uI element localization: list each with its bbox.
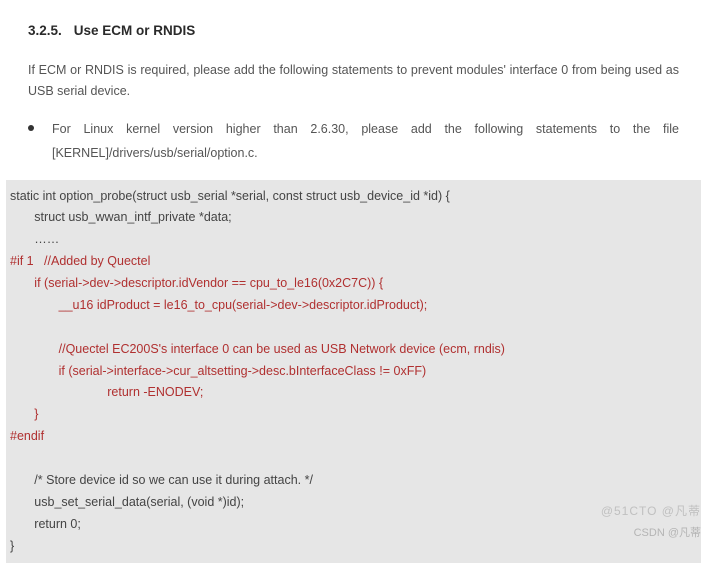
section-title: Use ECM or RNDIS: [74, 23, 196, 38]
code-line: usb_set_serial_data(serial, (void *)id);: [10, 495, 244, 509]
code-line: if (serial->dev->descriptor.idVendor == …: [10, 276, 383, 290]
code-line: #endif: [10, 429, 44, 443]
section-heading: 3.2.5. Use ECM or RNDIS: [28, 20, 679, 42]
code-line: __u16 idProduct = le16_to_cpu(serial->de…: [10, 298, 427, 312]
intro-paragraph: If ECM or RNDIS is required, please add …: [28, 60, 679, 103]
code-line: ……: [10, 232, 59, 246]
code-line: struct usb_wwan_intf_private *data;: [10, 210, 232, 224]
code-line: //Quectel EC200S's interface 0 can be us…: [10, 342, 505, 356]
code-line: }: [10, 539, 14, 553]
bullet-item: For Linux kernel version higher than 2.6…: [28, 118, 679, 166]
code-listing: static int option_probe(struct usb_seria…: [6, 180, 701, 564]
code-line: return -ENODEV;: [10, 385, 203, 399]
code-line: #if 1 //Added by Quectel: [10, 254, 150, 268]
code-line: static int option_probe(struct usb_seria…: [10, 189, 450, 203]
bullet-icon: [28, 125, 34, 131]
bullet-text: For Linux kernel version higher than 2.6…: [52, 118, 679, 166]
code-line: return 0;: [10, 517, 81, 531]
code-line: if (serial->interface->cur_altsetting->d…: [10, 364, 426, 378]
code-line: /* Store device id so we can use it duri…: [10, 473, 313, 487]
code-line: }: [10, 407, 39, 421]
section-number: 3.2.5.: [28, 20, 62, 42]
